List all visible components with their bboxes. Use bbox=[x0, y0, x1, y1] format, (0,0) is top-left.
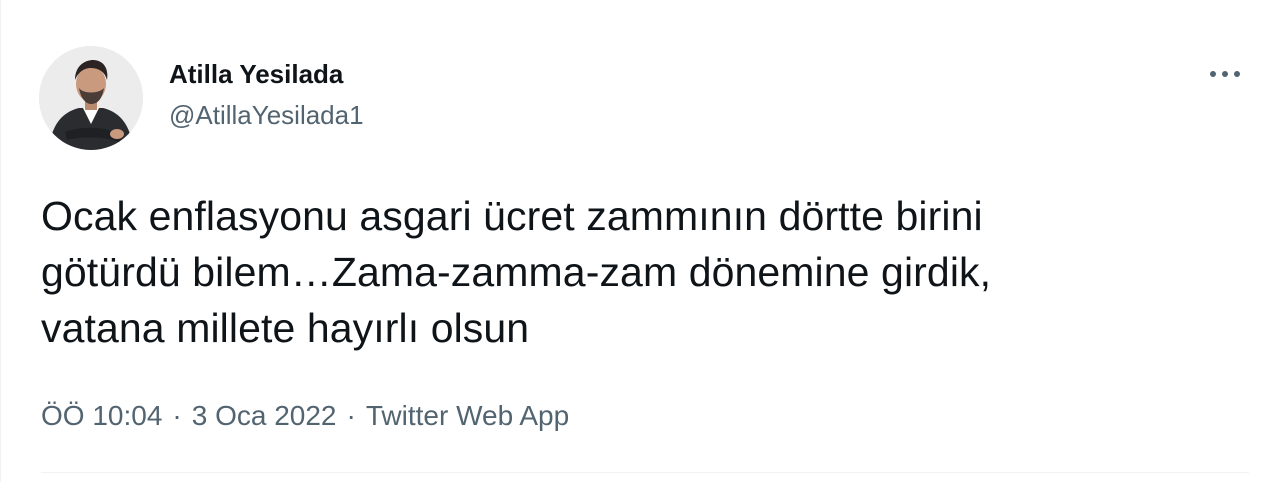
more-options-button[interactable] bbox=[1201, 54, 1249, 94]
author-display-name[interactable]: Atilla Yesilada bbox=[169, 58, 343, 90]
tweet-timestamp-date[interactable]: 3 Oca 2022 bbox=[192, 398, 337, 434]
divider bbox=[41, 472, 1249, 473]
tweet-source-link[interactable]: Twitter Web App bbox=[366, 398, 569, 434]
author-handle[interactable]: @AtillaYesilada1 bbox=[169, 99, 364, 131]
tweet-card: Atilla Yesilada @AtillaYesilada1 Ocak en… bbox=[0, 0, 1280, 482]
avatar[interactable] bbox=[39, 46, 143, 150]
meta-separator: · bbox=[346, 400, 356, 431]
tweet-text: Ocak enflasyonu asgari ücret zammının dö… bbox=[41, 193, 992, 351]
profile-photo-icon bbox=[39, 46, 143, 150]
meta-separator: · bbox=[172, 400, 182, 431]
tweet-metadata: ÖÖ 10:04 · 3 Oca 2022 · Twitter Web App bbox=[41, 398, 569, 434]
tweet-timestamp-time[interactable]: ÖÖ 10:04 bbox=[41, 398, 162, 434]
more-horizontal-icon bbox=[1210, 71, 1240, 77]
